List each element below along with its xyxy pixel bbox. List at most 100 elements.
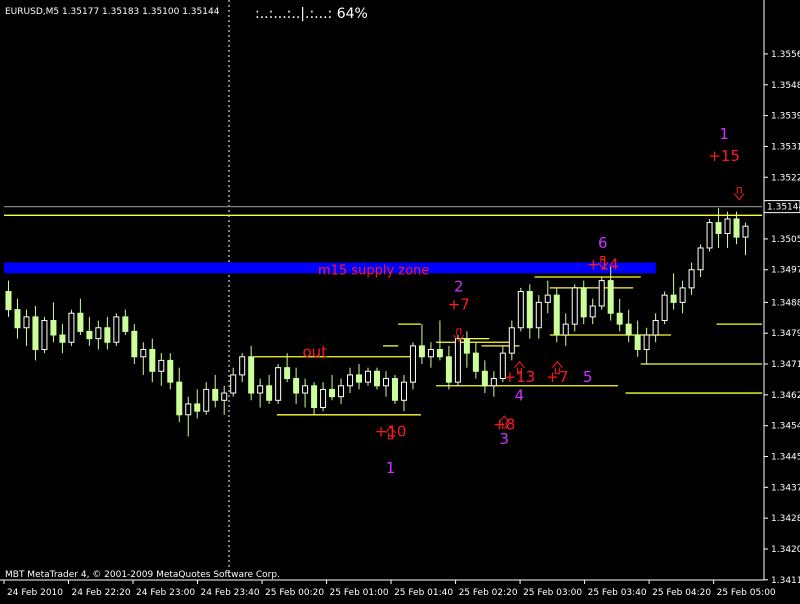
bull-candle — [490, 378, 497, 387]
bear-candle — [356, 374, 363, 383]
bear-candle — [212, 388, 219, 401]
bull-candle — [400, 381, 407, 401]
bear-candle — [14, 309, 21, 329]
bear-candle — [625, 323, 632, 336]
x-tick-label: 25 Feb 01:00 — [330, 588, 389, 598]
bull-candle — [185, 403, 192, 416]
bull-candle — [158, 359, 165, 372]
x-tick-label: 25 Feb 02:20 — [459, 588, 518, 598]
bull-candle — [589, 305, 596, 318]
bear-candle — [86, 330, 93, 340]
y-tick-label: 1.34200 — [771, 545, 800, 555]
x-tick-label: 24 Feb 2010 — [7, 588, 63, 598]
bull-candle — [239, 356, 246, 376]
bear-candle — [374, 370, 380, 387]
x-tick-label: 24 Feb 22:20 — [72, 588, 131, 598]
bear-candle — [607, 280, 614, 314]
bull-candle — [221, 392, 228, 401]
bull-candle — [742, 225, 749, 238]
trade-annotation: out — [302, 343, 327, 361]
bull-candle — [320, 388, 327, 409]
supply-zone-label: m15 supply zone — [318, 263, 429, 278]
bear-candle — [32, 316, 39, 351]
bull-candle — [724, 218, 731, 234]
bull-candle — [643, 334, 650, 351]
bear-candle — [149, 349, 156, 372]
bull-candle — [562, 323, 569, 336]
bear-candle — [311, 385, 318, 409]
bear-candle — [391, 378, 398, 401]
y-tick-label: 1.34795 — [771, 329, 800, 339]
y-tick-label: 1.34285 — [771, 514, 800, 524]
trade-annotation: 1 — [719, 125, 729, 143]
x-tick-label: 25 Feb 03:00 — [523, 588, 582, 598]
bear-candle — [715, 222, 722, 234]
trade-annotation: +15 — [708, 147, 740, 165]
bear-candle — [329, 388, 336, 398]
y-tick-label: 1.35395 — [771, 112, 800, 122]
symbol-header: EURUSD,M5 1.35177 1.35183 1.35100 1.3514… — [5, 7, 220, 17]
bear-candle — [445, 356, 452, 383]
bear-candle — [580, 287, 587, 318]
bear-candle — [77, 312, 84, 332]
trade-annotation: +13 — [504, 368, 536, 386]
trade-annotation: +10 — [375, 423, 407, 441]
bear-candle — [616, 312, 623, 325]
price-chart[interactable]: m15 supply zoneout+1012+7+834+13 +7 56+141… — [0, 0, 800, 600]
bull-candle — [113, 316, 120, 343]
bear-candle — [293, 378, 300, 394]
bear-candle — [266, 385, 273, 401]
bear-candle — [634, 334, 641, 351]
bull-candle — [382, 378, 389, 387]
bull-candle — [338, 385, 345, 398]
bull-candle — [275, 367, 282, 401]
bull-candle — [95, 327, 102, 340]
trade-annotation: 2 — [454, 277, 464, 295]
bear-candle — [526, 290, 533, 329]
bull-candle — [23, 316, 30, 329]
bear-candle — [553, 294, 560, 336]
bull-candle — [697, 247, 704, 271]
bear-candle — [122, 316, 129, 332]
bear-candle — [463, 338, 470, 354]
bull-candle — [661, 294, 668, 322]
bull-candle — [508, 327, 515, 354]
bull-candle — [230, 374, 237, 394]
y-tick-label: 1.34370 — [771, 483, 800, 493]
bull-candle — [427, 349, 434, 358]
y-tick-label: 1.34880 — [771, 298, 800, 308]
bull-candle — [257, 385, 264, 394]
copyright-text: MBT MetaTrader 4, © 2001-2009 MetaQuotes… — [5, 570, 280, 580]
y-tick-label: 1.35480 — [771, 81, 800, 91]
bull-candle — [140, 349, 147, 358]
trade-annotation: 4 — [515, 386, 525, 404]
y-tick-label: 1.35310 — [771, 142, 800, 152]
bull-candle — [302, 385, 309, 394]
bull-candle — [365, 370, 372, 383]
bear-candle — [167, 359, 174, 383]
bear-candle — [733, 218, 740, 238]
y-tick-label: 1.34455 — [771, 453, 800, 463]
y-tick-label: 1.34710 — [771, 360, 800, 370]
x-tick-label: 25 Feb 05:00 — [717, 588, 776, 598]
trade-annotation: +7 — [448, 296, 470, 314]
bear-candle — [472, 352, 479, 372]
bull-candle — [41, 320, 48, 351]
bear-candle — [436, 349, 443, 358]
y-tick-label: 1.34540 — [771, 422, 800, 432]
bear-candle — [284, 367, 291, 380]
bear-candle — [248, 356, 255, 394]
chart-window: m15 supply zone out +10 1 2 +7 +8 3 4 +13 +7 5 6 +14 1… — [0, 0, 800, 600]
x-tick-label: 25 Feb 03:40 — [588, 588, 647, 598]
bull-candle — [454, 338, 461, 383]
bear-candle — [481, 370, 488, 387]
y-tick-label: 1.34970 — [771, 266, 800, 276]
trade-annotation: 1 — [386, 459, 396, 477]
bull-candle — [517, 290, 524, 329]
bear-candle — [176, 381, 183, 416]
y-tick-label: 1.35565 — [771, 50, 800, 60]
bull-candle — [535, 301, 542, 329]
bear-candle — [50, 320, 57, 336]
bull-candle — [409, 345, 416, 383]
bear-candle — [59, 334, 66, 343]
